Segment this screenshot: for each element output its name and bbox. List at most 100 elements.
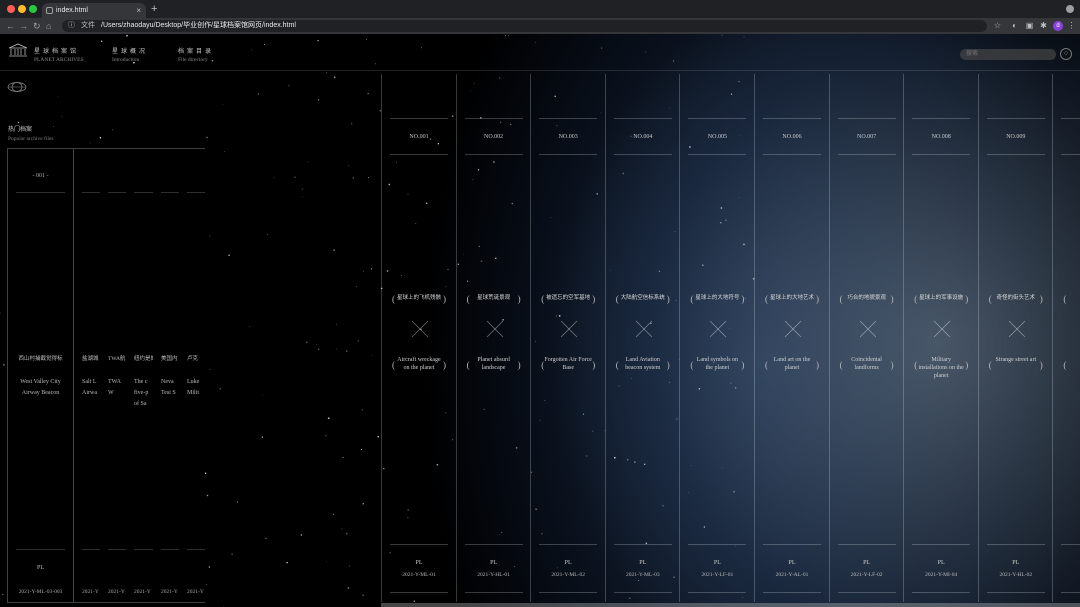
star-dot [301,196,303,197]
nav-file-directory-cn: 档案目录 [178,49,215,55]
star-dot [0,312,1,314]
popular-archive-card[interactable]: - 001 - 西山村捕截觉得标 West Valley City Airway Be… [8,149,74,602]
card-title-en: Aircraft wreckage on the planet [397,357,441,371]
profile-avatar[interactable]: d [1053,21,1063,31]
directory-card[interactable]: NO.007() 巧合的地貌景观() Coincidental landforms P… [828,74,904,602]
maximize-window-button[interactable] [29,5,37,13]
star-dot [206,583,208,585]
card-rule [763,592,821,593]
card-rule [1061,592,1080,593]
card-title-en: Military installations on the planet [918,357,964,379]
star-dot [224,151,225,152]
cross-mark-icon [859,320,876,338]
card-rule [613,118,672,119]
card-rule [688,118,747,119]
star-dot [497,38,498,39]
card-title-cn: 星球上的大地符号 [695,295,740,301]
file-directory-cards: NO.001() 星球上的飞机残骸() Aircraft wreckage on t… [381,74,1080,602]
star-dot [223,605,225,607]
header-divider [0,70,1080,71]
directory-card[interactable]: NO.006() 星球上的大地艺术() Land art on the planet… [754,74,829,602]
close-paren: ) [666,360,670,370]
card-title-cn: 星球上的飞机残骸 [396,295,441,301]
nav-file-directory[interactable]: 档案目录 File directory [178,46,214,63]
browser-menu-icon[interactable]: ⋮ [1067,21,1076,30]
extension-icon[interactable]: ◐ [1010,21,1019,30]
star-dot [99,136,102,139]
card-code: 2021-Y-ML-02 [551,572,585,578]
star-dot [362,594,365,597]
archive-building-logo-icon[interactable] [8,43,28,57]
directory-card[interactable]: NO.004() 大陆航空信标系统() Land Aviation beacon s… [604,74,680,602]
card-rule [912,118,971,119]
star-dot [112,129,114,131]
card-rule [837,592,896,593]
address-bar[interactable]: ⓘ 文件/Users/zhaodayu/Desktop/毕业创作/星球档案馆网页/… [62,20,987,32]
close-window-button[interactable] [7,5,15,13]
directory-card[interactable]: NO.003() 被遗忘的空军基地() Forgotten Air Force Ba… [530,74,605,602]
card-title-en: West Valley City Airway Beacon [8,377,73,399]
star-dot [362,271,364,272]
star-dot [325,434,327,437]
popular-title-cn: 热门档案 [8,127,33,133]
search-button[interactable]: ○ [1060,48,1072,60]
popular-title-en: Popular archive files [8,136,54,142]
info-icon[interactable]: ⓘ [68,22,75,29]
star-dot [266,234,268,235]
card-rule [986,592,1045,593]
search-input[interactable] [960,49,1056,60]
card-rule [912,544,971,545]
extensions-puzzle-icon[interactable]: ✱ [1039,21,1048,30]
card-rule [688,592,747,593]
back-arrow-icon[interactable]: ← [6,19,15,33]
browser-tab[interactable]: index.html × [42,3,146,18]
star-dot [317,348,320,350]
card-title-en-line: TWA [108,379,121,385]
directory-card[interactable]: NO.001() 星球上的飞机残骸() Aircraft wreckage on t… [381,74,456,602]
card-title-cn: 纽约是的 [134,356,157,362]
close-paren: ) [1039,360,1043,370]
close-tab-icon[interactable]: × [136,3,141,18]
home-icon[interactable]: ⌂ [46,19,51,33]
horizontal-scrollbar[interactable] [381,603,1080,607]
star-dot [421,47,422,49]
card-code: 2021-Y-ML-03-003 [18,589,63,595]
card-code: 2021-Y [134,589,151,595]
card-title-en-line: W [108,390,114,396]
reload-icon[interactable]: ↻ [33,19,41,33]
card-rule [912,154,971,155]
card-title-cn: 星球上的大地艺术 [769,295,814,301]
card-title-en: Coincidental landforms [851,357,882,371]
directory-card[interactable]: NO.005() 星球上的大地符号() Land symbols on the pl… [679,74,754,602]
star-dot [326,72,328,73]
new-tab-button[interactable]: + [151,2,157,16]
card-title-en-line: The c [134,379,148,385]
star-dot [370,268,373,270]
card-rule [390,154,448,155]
directory-card[interactable]: NO.009() 奇怪的街头艺术() Strange street art PL 202… [977,74,1053,602]
tab-search-icon[interactable] [1066,5,1074,13]
star-dot [348,165,350,167]
cross-mark-icon [1008,320,1026,338]
star-dot [336,348,338,350]
star-dot [231,553,233,555]
directory-card[interactable]: ()星球() [1052,74,1080,602]
bookmark-star-icon[interactable]: ☆ [993,21,1002,30]
directory-card[interactable]: NO.008() 星球上的军事设施() Military installations… [903,74,978,602]
close-paren: ) [890,294,894,304]
browser-toolbar: ← → ↻ ⌂ ⓘ 文件/Users/zhaodayu/Desktop/毕业创作/… [0,18,1080,34]
planet-ring-icon[interactable] [7,81,27,93]
nav-introduction[interactable]: 星球概况 Introduction [112,46,148,63]
directory-card[interactable]: NO.002() 星球荒诞景观() Planet absurd landscape P… [455,74,531,602]
card-rule [390,118,448,119]
page-viewport: 星球档案馆 PLANET ARCHIVES 星球概况 Introduction … [0,34,1080,607]
minimize-window-button[interactable] [18,5,26,13]
card-title-cn: 被遗忘的空军基地 [546,295,591,301]
card-title-en: Land art on the planet [773,357,811,371]
forward-arrow-icon[interactable]: → [19,19,28,33]
card-rule [986,154,1045,155]
extension-square-icon[interactable]: ▣ [1025,21,1034,30]
close-paren: ) [965,360,969,370]
card-rule [464,544,523,545]
site-logo-link[interactable]: 星球档案馆 PLANET ARCHIVES [34,46,84,63]
